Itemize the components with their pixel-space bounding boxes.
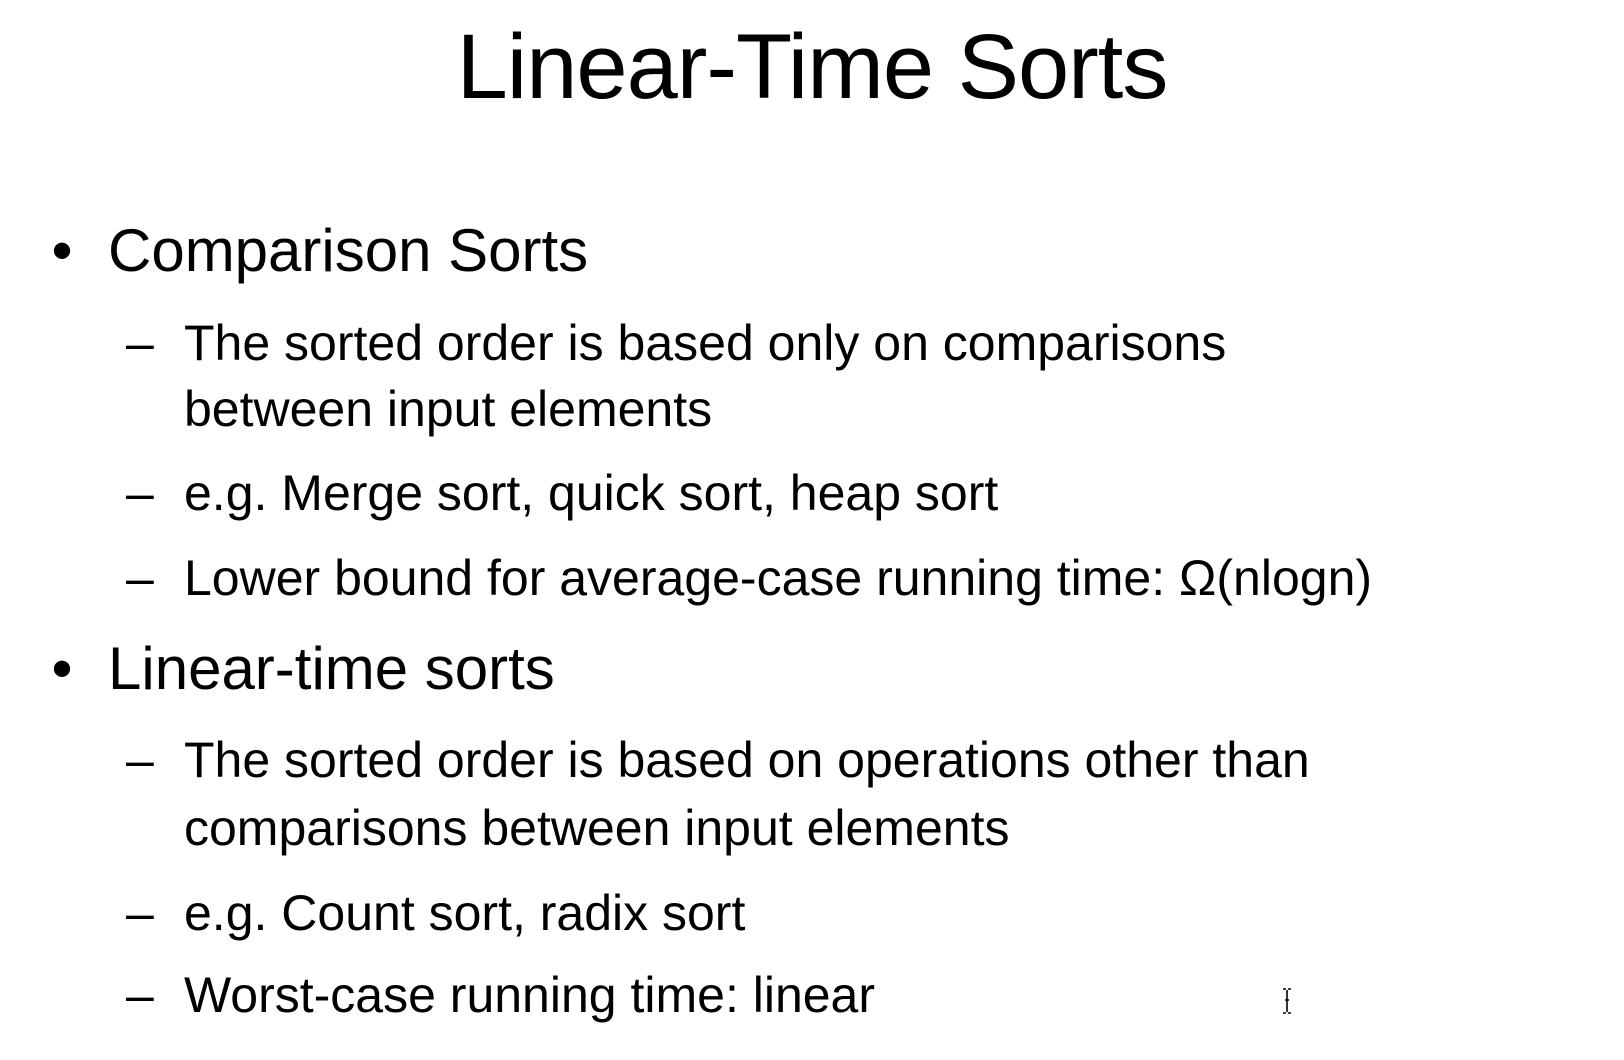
sub-item-line: e.g. Merge sort, quick sort, heap sort bbox=[184, 465, 999, 521]
slide-title: Linear-Time Sorts bbox=[456, 16, 1169, 118]
sub-dash: – bbox=[126, 885, 154, 941]
sub-item-line: e.g. Count sort, radix sort bbox=[184, 885, 746, 941]
sub-item-line: The sorted order is based only on compar… bbox=[184, 315, 1227, 371]
text-cursor-icon bbox=[1283, 988, 1291, 1014]
sub-dash: – bbox=[126, 465, 154, 521]
sub-item-line: Worst-case running time: linear bbox=[184, 967, 876, 1023]
sub-dash: – bbox=[126, 550, 154, 606]
sub-dash: – bbox=[126, 732, 154, 788]
sub-dash: – bbox=[126, 315, 154, 371]
slide: Linear-Time Sorts • Comparison Sorts – T… bbox=[0, 0, 1624, 1060]
sub-item-line: The sorted order is based on operations … bbox=[184, 732, 1310, 788]
bullet-heading: Linear-time sorts bbox=[108, 635, 555, 702]
bullet-dot: • bbox=[51, 635, 73, 702]
sub-dash: – bbox=[126, 967, 154, 1023]
sub-item-line: comparisons between input elements bbox=[184, 800, 1010, 856]
sub-item-line: Lower bound for average-case running tim… bbox=[184, 550, 1373, 606]
bullet-heading: Comparison Sorts bbox=[108, 217, 589, 284]
bullet-dot: • bbox=[51, 217, 73, 284]
sub-item-line: between input elements bbox=[184, 381, 713, 437]
